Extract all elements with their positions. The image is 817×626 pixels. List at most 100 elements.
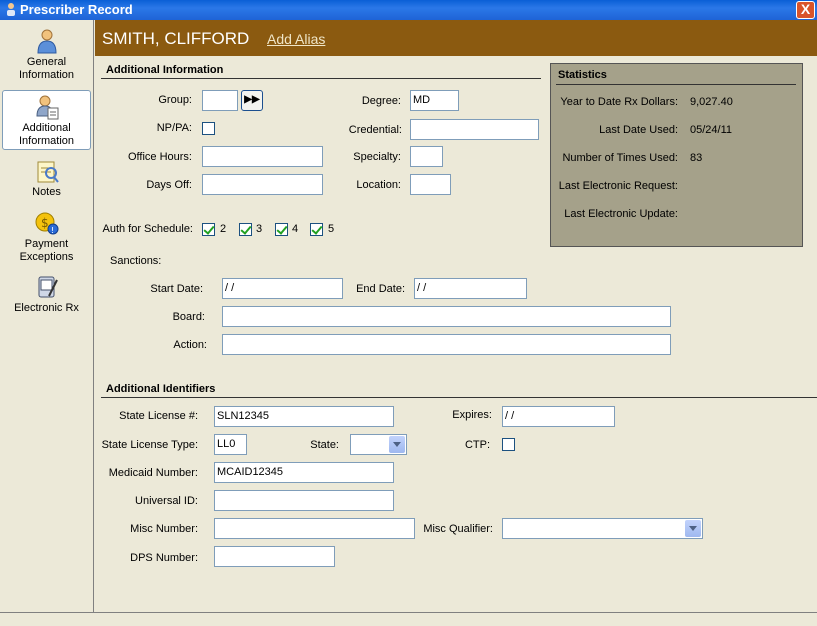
start-date-label: Start Date: xyxy=(150,283,203,295)
nppa-checkbox[interactable] xyxy=(202,122,215,135)
office-hours-label: Office Hours: xyxy=(128,151,192,163)
sidebar-item-label: General xyxy=(26,56,67,68)
medicaid-label: Medicaid Number: xyxy=(108,467,198,479)
sidebar-item-notes[interactable]: Notes xyxy=(2,158,91,199)
person-card-icon xyxy=(35,95,58,120)
sidebar-item-electronic-rx[interactable]: Electronic Rx xyxy=(2,274,91,315)
schedule-5-label: 5 xyxy=(328,223,335,235)
ctp-label: CTP: xyxy=(464,439,490,451)
window-title: Prescriber Record xyxy=(20,2,133,17)
degree-label: Degree: xyxy=(361,95,401,107)
sidebar-item-payment-exceptions[interactable]: $ ! Payment Exceptions xyxy=(2,210,91,264)
end-date-input[interactable]: / / xyxy=(414,278,527,299)
state-label: State: xyxy=(310,439,339,451)
sanctions-label: Sanctions: xyxy=(110,255,162,267)
specialty-label: Specialty: xyxy=(353,151,401,163)
schedule-5-checkbox[interactable] xyxy=(310,223,323,236)
medicaid-input[interactable]: MCAID12345 xyxy=(214,462,394,483)
svg-text:$: $ xyxy=(41,216,49,230)
status-bar xyxy=(0,612,817,626)
end-date-label: End Date: xyxy=(356,283,405,295)
sidebar-item-label: Notes xyxy=(32,186,61,198)
sidebar-item-general-information[interactable]: General Information xyxy=(2,28,91,82)
statistics-panel: Statistics Year to Date Rx Dollars: 9,02… xyxy=(550,63,803,247)
last-electronic-update-label: Last Electronic Update: xyxy=(564,208,678,220)
close-button[interactable]: X xyxy=(796,1,815,19)
action-label: Action: xyxy=(173,339,207,351)
additional-information-title: Additional Information xyxy=(106,64,224,76)
nppa-label: NP/PA: xyxy=(156,122,192,134)
sidebar-item-label: Exceptions xyxy=(19,251,74,263)
sidebar-item-label: Additional xyxy=(22,122,71,134)
svg-text:!: ! xyxy=(51,226,54,235)
degree-input[interactable]: MD xyxy=(410,90,459,111)
board-input[interactable] xyxy=(222,306,671,327)
credential-label: Credential: xyxy=(348,124,402,136)
prescriber-name: SMITH, CLIFFORD xyxy=(102,29,250,48)
ytd-dollars-label: Year to Date Rx Dollars: xyxy=(560,96,678,108)
universal-id-input[interactable] xyxy=(214,490,394,511)
state-license-input[interactable]: SLN12345 xyxy=(214,406,394,427)
chevron-down-icon[interactable] xyxy=(685,520,701,537)
notes-icon xyxy=(37,161,59,183)
dps-number-input[interactable] xyxy=(214,546,335,567)
times-used-label: Number of Times Used: xyxy=(562,152,678,164)
last-electronic-request-label: Last Electronic Request: xyxy=(558,180,678,192)
statistics-title: Statistics xyxy=(558,69,607,81)
auth-schedule-label: Auth for Schedule: xyxy=(102,223,193,235)
sidebar-item-additional-information[interactable]: Additional Information xyxy=(2,90,91,150)
days-off-label: Days Off: xyxy=(146,179,192,191)
credential-input[interactable] xyxy=(410,119,539,140)
state-select[interactable] xyxy=(350,434,407,455)
board-label: Board: xyxy=(172,311,205,323)
specialty-input[interactable] xyxy=(410,146,443,167)
title-bar: Prescriber Record X xyxy=(0,0,817,20)
person-icon xyxy=(36,29,57,54)
ytd-dollars-value: 9,027.40 xyxy=(690,96,733,108)
days-off-input[interactable] xyxy=(202,174,323,195)
sidebar: General Information Additional Informati… xyxy=(0,20,94,612)
section-divider xyxy=(101,78,541,79)
misc-qualifier-select[interactable] xyxy=(502,518,703,539)
misc-number-label: Misc Number: xyxy=(130,523,198,535)
times-used-value: 83 xyxy=(690,152,703,164)
misc-qualifier-label: Misc Qualifier: xyxy=(423,523,493,535)
license-type-label: State License Type: xyxy=(101,439,198,451)
misc-number-input[interactable] xyxy=(214,518,415,539)
last-date-used-value: 05/24/11 xyxy=(690,124,733,136)
chevron-down-icon[interactable] xyxy=(389,436,405,453)
schedule-2-label: 2 xyxy=(220,223,227,235)
schedule-4-label: 4 xyxy=(292,223,299,235)
office-hours-input[interactable] xyxy=(202,146,323,167)
prescriber-icon xyxy=(7,3,15,16)
last-date-used-label: Last Date Used: xyxy=(599,124,678,136)
sidebar-item-label: Electronic Rx xyxy=(14,302,79,314)
state-license-label: State License #: xyxy=(119,410,198,422)
payment-icon: $ ! xyxy=(35,212,58,235)
prescriber-header: SMITH, CLIFFORD Add Alias xyxy=(95,20,817,56)
license-type-input[interactable]: LL0 xyxy=(214,434,247,455)
schedule-3-label: 3 xyxy=(256,223,263,235)
universal-id-label: Universal ID: xyxy=(135,495,198,507)
expires-input[interactable]: / / xyxy=(502,406,615,427)
schedule-4-checkbox[interactable] xyxy=(275,223,288,236)
schedule-3-checkbox[interactable] xyxy=(239,223,252,236)
additional-identifiers-title: Additional Identifiers xyxy=(106,383,216,395)
dps-number-label: DPS Number: xyxy=(130,552,198,564)
group-lookup-button[interactable]: ▶▶ xyxy=(241,90,263,111)
sidebar-item-label: Payment xyxy=(24,238,69,250)
schedule-2-checkbox[interactable] xyxy=(202,223,215,236)
location-label: Location: xyxy=(356,179,401,191)
ctp-checkbox[interactable] xyxy=(502,438,515,451)
section-divider xyxy=(101,397,817,398)
statistics-divider xyxy=(556,84,796,85)
sidebar-item-label: Information xyxy=(18,69,75,81)
action-input[interactable] xyxy=(222,334,671,355)
group-input[interactable] xyxy=(202,90,238,111)
add-alias-link[interactable]: Add Alias xyxy=(267,31,325,47)
location-input[interactable] xyxy=(410,174,451,195)
expires-label: Expires: xyxy=(452,409,492,421)
electronic-rx-icon xyxy=(38,276,58,298)
start-date-input[interactable]: / / xyxy=(222,278,343,299)
sidebar-item-label: Information xyxy=(18,135,75,147)
